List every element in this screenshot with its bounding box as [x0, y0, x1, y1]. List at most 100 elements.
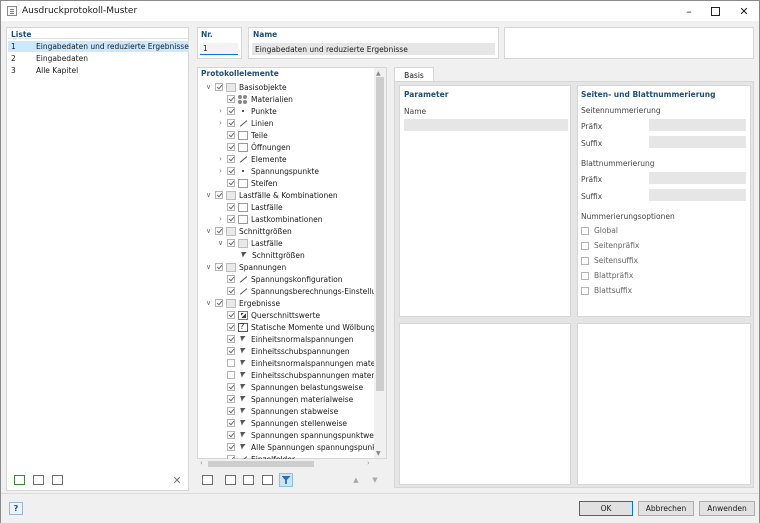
tree-row-checkbox[interactable] [227, 203, 235, 211]
filter-button[interactable] [279, 473, 293, 487]
scroll-left-icon[interactable]: ‹ [200, 459, 203, 467]
tree-scroll-thumb[interactable] [376, 77, 384, 391]
page-suffix-input[interactable] [649, 136, 746, 148]
new-item-button[interactable] [12, 473, 26, 487]
tree-row[interactable]: Spannungen materialweise [216, 393, 380, 405]
tree-row[interactable]: Alle Spannungen spannungspunktwe [216, 441, 380, 453]
tree-row-checkbox[interactable] [215, 299, 223, 307]
chevron-right-icon[interactable]: › [216, 107, 225, 115]
tree-row-checkbox[interactable] [227, 407, 235, 415]
tree-tool-4-button[interactable] [260, 473, 274, 487]
chevron-down-icon[interactable]: ∨ [204, 299, 213, 307]
tree-row[interactable]: Spannungen stellenweise [216, 417, 380, 429]
tab-basis[interactable]: Basis [394, 67, 434, 82]
tree-row-checkbox[interactable] [215, 227, 223, 235]
tree-row[interactable]: › Lastkombinationen [216, 213, 380, 225]
list-item-2[interactable]: 2 Eingabedaten [8, 53, 189, 64]
tree-row-checkbox[interactable] [227, 119, 235, 127]
tree-row[interactable]: Öffnungen [216, 141, 380, 153]
tree-row[interactable]: ∨ Spannungen [204, 261, 380, 273]
tree-row-checkbox[interactable] [227, 239, 235, 247]
tree-row[interactable]: Spannungen belastungsweise [216, 381, 380, 393]
tree-row-checkbox[interactable] [227, 359, 235, 367]
tree-row-checkbox[interactable] [227, 143, 235, 151]
tree-row[interactable]: Spannungskonfiguration [216, 273, 380, 285]
uncheck-all-button[interactable] [241, 473, 255, 487]
scroll-right-icon[interactable]: › [367, 459, 370, 467]
maximize-button[interactable] [702, 3, 728, 19]
ok-button[interactable]: OK [579, 501, 633, 516]
tree-row[interactable]: ∨ Schnittgrößen [204, 225, 380, 237]
tree-row[interactable]: Steifen [216, 177, 380, 189]
tree-row[interactable]: Spannungsberechnungs-Einstellung [216, 285, 380, 297]
minimize-button[interactable]: – [676, 3, 702, 19]
tree-row[interactable]: Materialien [216, 93, 380, 105]
tree-row-checkbox[interactable] [227, 371, 235, 379]
nr-input[interactable]: 1 [200, 43, 238, 55]
list-item-1[interactable]: 1 Eingabedaten und reduzierte Ergebnisse [8, 41, 189, 52]
tree-row-checkbox[interactable] [227, 155, 235, 163]
tree-row-checkbox[interactable] [227, 431, 235, 439]
chevron-down-icon[interactable]: ∨ [204, 227, 213, 235]
chevron-down-icon[interactable]: ∨ [216, 239, 225, 247]
copy-item-button[interactable] [31, 473, 45, 487]
numbering-option-checkbox[interactable] [581, 226, 589, 235]
tree-row[interactable]: Einheitsschubspannungen [216, 345, 380, 357]
numbering-option-checkbox[interactable] [581, 241, 589, 250]
tree-row[interactable]: › Linien [216, 117, 380, 129]
chevron-down-icon[interactable]: ∨ [204, 191, 213, 199]
tree-tool-1-button[interactable] [200, 473, 214, 487]
tree-row-checkbox[interactable] [215, 83, 223, 91]
tree-row[interactable]: Schnittgrößen [228, 249, 380, 261]
tree-row[interactable]: ∨ Lastfälle & Kombinationen [204, 189, 380, 201]
numbering-option[interactable]: Blattsuffix [581, 286, 632, 295]
chevron-down-icon[interactable]: ∨ [204, 263, 213, 271]
sheet-suffix-input[interactable] [649, 189, 746, 201]
tree-scroll-thumb-horizontal[interactable] [208, 461, 314, 467]
tree-row-checkbox[interactable] [227, 95, 235, 103]
tree-row-checkbox[interactable] [227, 347, 235, 355]
tree-row-checkbox[interactable] [227, 275, 235, 283]
tree-row-checkbox[interactable] [215, 191, 223, 199]
tree-row[interactable]: Einheitsnormalspannungen [216, 333, 380, 345]
move-down-button[interactable]: ▼ [368, 473, 382, 487]
tree-row-checkbox[interactable] [227, 323, 235, 331]
parameter-name-input[interactable] [404, 119, 568, 131]
chevron-down-icon[interactable]: ∨ [204, 83, 213, 91]
tree-row[interactable]: Einheitsschubspannungen materialwe [216, 369, 380, 381]
close-button[interactable]: ✕ [731, 3, 757, 19]
numbering-option-checkbox[interactable] [581, 256, 589, 265]
chevron-right-icon[interactable]: › [216, 167, 225, 175]
tree-row-checkbox[interactable] [227, 107, 235, 115]
tree-row-checkbox[interactable] [227, 179, 235, 187]
chevron-right-icon[interactable]: › [216, 119, 225, 127]
tree-row-checkbox[interactable] [227, 215, 235, 223]
sheet-prefix-input[interactable] [649, 172, 746, 184]
delete-item-button[interactable]: ✕ [170, 473, 184, 487]
numbering-option[interactable]: Seitenpräfix [581, 241, 639, 250]
tree-row-checkbox[interactable] [227, 131, 235, 139]
help-button[interactable]: ? [9, 502, 23, 515]
tree-row[interactable]: Einheitsnormalspannungen materialw [216, 357, 380, 369]
numbering-option[interactable]: Global [581, 226, 618, 235]
tree-row-checkbox[interactable] [227, 335, 235, 343]
page-prefix-input[interactable] [649, 119, 746, 131]
tree-row[interactable]: Spannungen stabweise [216, 405, 380, 417]
numbering-option-checkbox[interactable] [581, 271, 589, 280]
tree-row-checkbox[interactable] [227, 167, 235, 175]
cancel-button[interactable]: Abbrechen [638, 501, 694, 516]
apply-button[interactable]: Anwenden [699, 501, 755, 516]
tree-row[interactable]: › Punkte [216, 105, 380, 117]
tree-row-checkbox[interactable] [215, 263, 223, 271]
tree-row[interactable]: Teile [216, 129, 380, 141]
tree-row[interactable]: › Elemente [216, 153, 380, 165]
move-up-button[interactable]: ▲ [349, 473, 363, 487]
tree-row[interactable]: ∨ Ergebnisse [204, 297, 380, 309]
chevron-right-icon[interactable]: › [216, 215, 225, 223]
scroll-up-icon[interactable]: ▲ [376, 70, 381, 77]
tree-row[interactable]: › Spannungspunkte [216, 165, 380, 177]
chevron-right-icon[interactable]: › [216, 155, 225, 163]
numbering-option[interactable]: Blattpräfix [581, 271, 633, 280]
numbering-option[interactable]: Seitensuffix [581, 256, 638, 265]
tree-row[interactable]: ∨ Basisobjekte [204, 81, 380, 93]
